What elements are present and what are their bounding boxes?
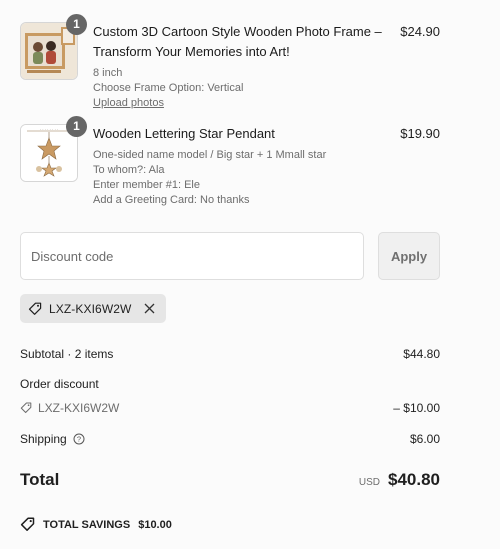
total-label: Total	[20, 470, 60, 489]
quantity-badge: 1	[66, 14, 87, 35]
discount-code-input[interactable]	[20, 232, 364, 280]
item-option-size: 8 inch	[93, 67, 123, 79]
item-details: Wooden Lettering Star Pendant One-sided …	[93, 124, 383, 208]
item-title: Custom 3D Cartoon Style Wooden Photo Fra…	[93, 24, 382, 59]
product-thumbnail-star-pendant: · · · · · · · · 1	[20, 116, 87, 182]
subtotal-value: $44.80	[403, 347, 440, 361]
total-value: $40.80	[388, 470, 440, 489]
quantity-badge: 1	[66, 116, 87, 137]
item-price: $19.90	[400, 126, 440, 141]
shipping-label: Shipping	[20, 432, 67, 446]
total-savings-value: $10.00	[138, 518, 172, 531]
discount-value: – $10.00	[393, 401, 440, 415]
applied-discount-code: LXZ-KXI6W2W	[49, 301, 132, 316]
subtotal-row: Subtotal · 2 items $44.80	[20, 346, 440, 362]
currency-code: USD	[358, 477, 380, 488]
tag-icon	[20, 402, 32, 414]
product-thumbnail-photo-frame: 1	[20, 14, 87, 80]
item-option-greeting-card: Add a Greeting Card: No thanks	[93, 194, 250, 206]
info-icon[interactable]: ?	[73, 433, 85, 445]
item-price: $24.90	[400, 24, 440, 39]
cart-item-star-pendant: · · · · · · · · 1 Wooden Lettering Star …	[20, 116, 440, 216]
svg-text:· · · · · · · ·: · · · · · · · ·	[40, 127, 58, 132]
item-details: Custom 3D Cartoon Style Wooden Photo Fra…	[93, 22, 383, 111]
tag-icon	[20, 517, 35, 532]
shipping-row: Shipping ? $6.00	[20, 431, 440, 447]
total-savings-label: TOTAL SAVINGS	[43, 518, 131, 531]
item-option-member: Enter member #1: Ele	[93, 179, 200, 191]
tag-icon	[28, 302, 42, 316]
item-title: Wooden Lettering Star Pendant	[93, 126, 275, 141]
applied-discount-chip: LXZ-KXI6W2W	[20, 294, 166, 323]
upload-photos-link[interactable]: Upload photos	[93, 96, 383, 111]
cart-item-photo-frame: 1 Custom 3D Cartoon Style Wooden Photo F…	[20, 14, 440, 114]
close-icon[interactable]	[144, 303, 155, 314]
item-option-model: One-sided name model / Big star + 1 Mmal…	[93, 149, 327, 161]
discount-code-row: LXZ-KXI6W2W – $10.00	[20, 400, 440, 418]
order-discount-label: Order discount	[20, 377, 99, 391]
total-row: Total USD $40.80	[20, 470, 440, 494]
item-option-recipient: To whom?: Ala	[93, 164, 165, 176]
total-savings: TOTAL SAVINGS $10.00	[20, 517, 172, 532]
subtotal-label: Subtotal · 2 items	[20, 347, 114, 361]
svg-text:?: ?	[77, 435, 81, 444]
item-option-frame: Choose Frame Option: Vertical	[93, 82, 244, 94]
shipping-value: $6.00	[409, 432, 440, 446]
order-discount-row: Order discount	[20, 376, 440, 392]
apply-discount-button[interactable]: Apply	[378, 232, 440, 280]
discount-code-label: LXZ-KXI6W2W	[38, 401, 120, 415]
